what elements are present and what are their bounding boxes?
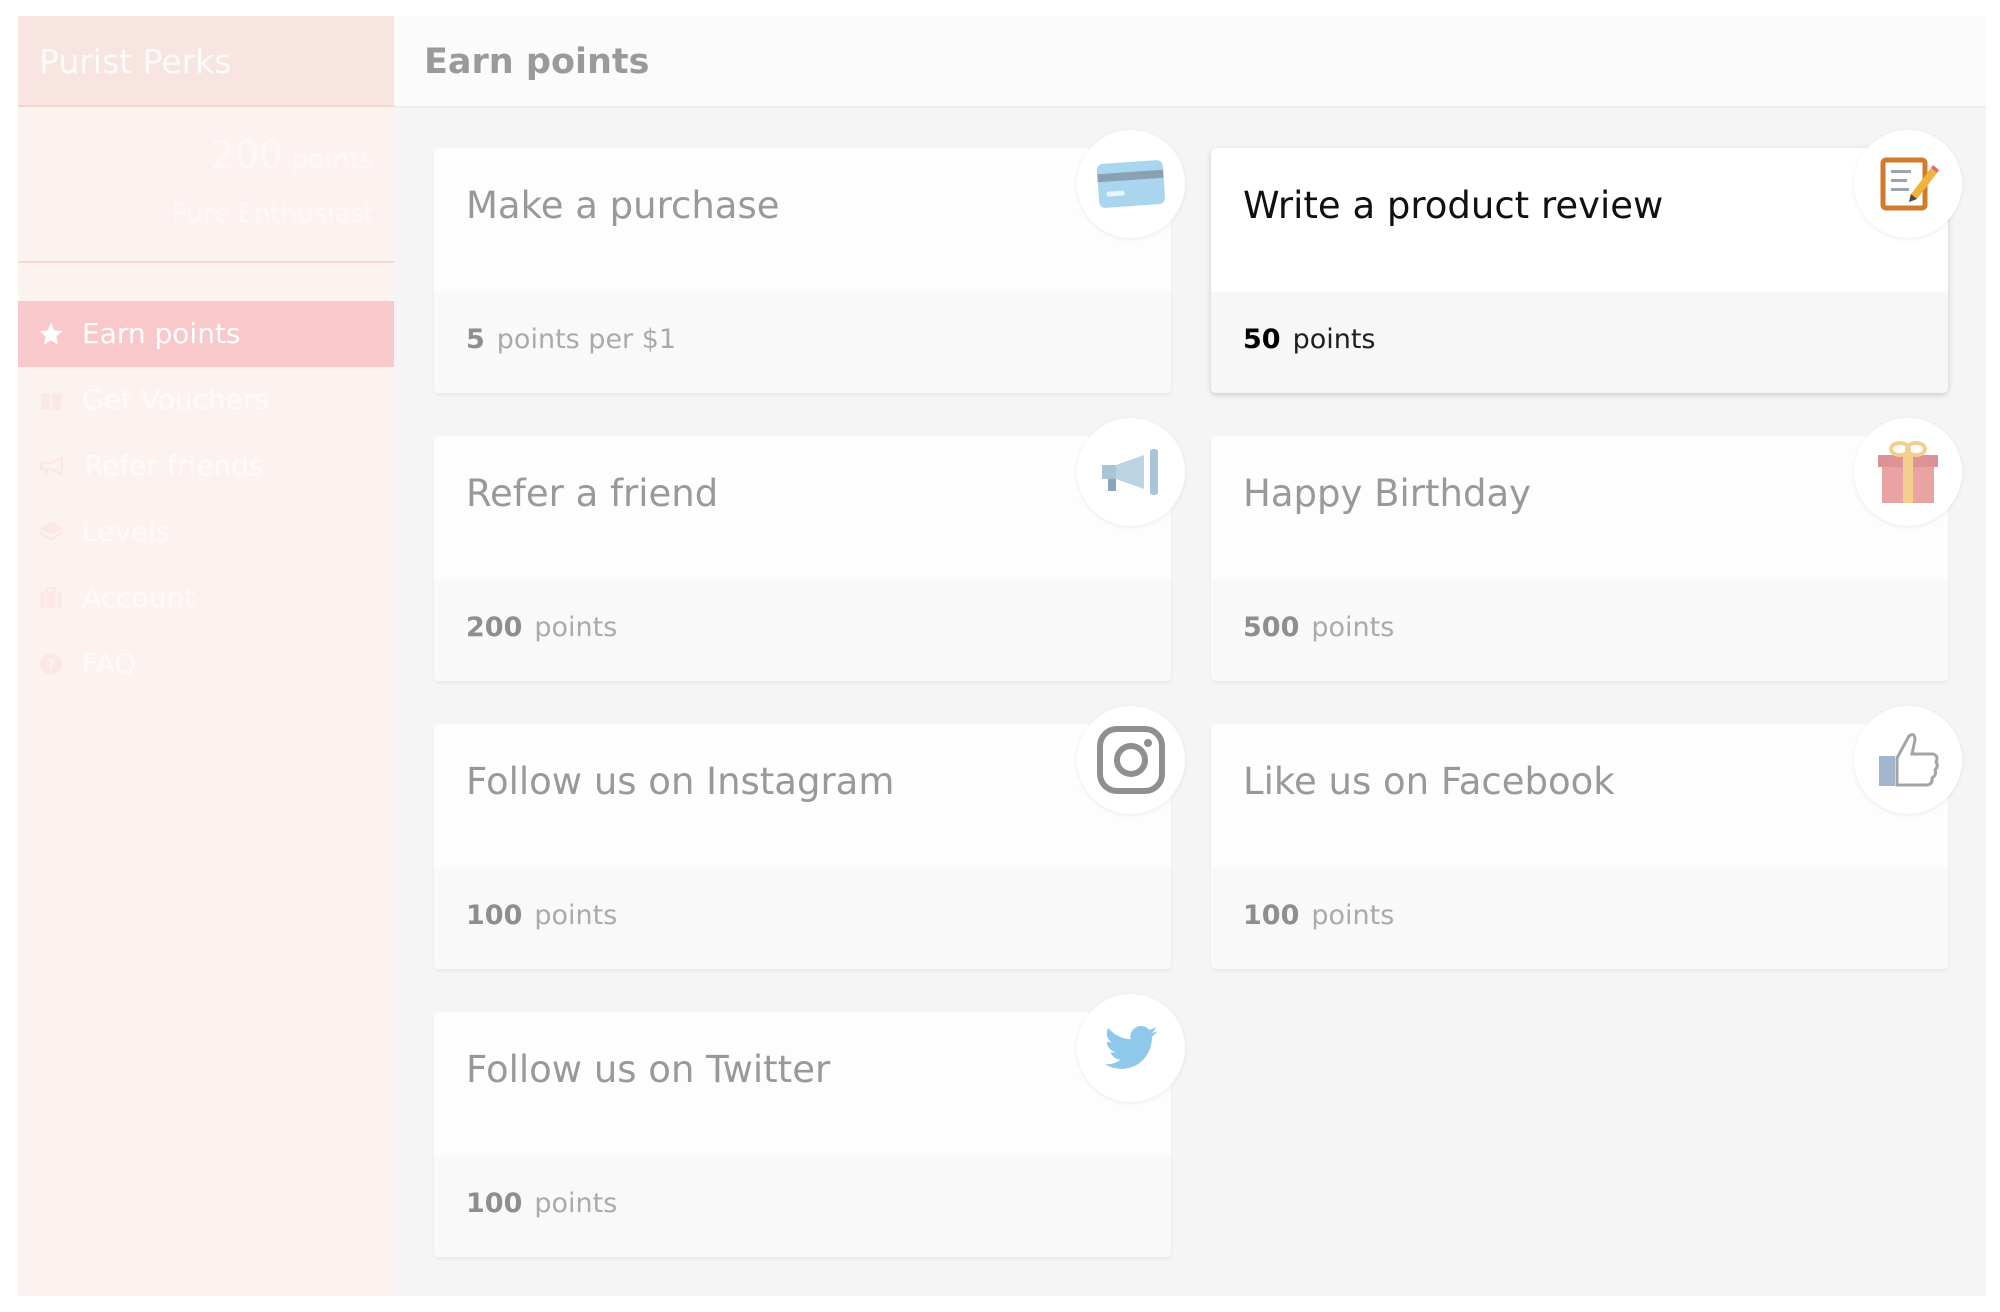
points-value: 200 [210, 133, 284, 177]
card-title: Follow us on Instagram [466, 760, 895, 803]
svg-text:?: ? [47, 655, 56, 673]
card-points: 50 points [1243, 324, 1376, 355]
earn-card-write-review[interactable]: Write a product review 50 points [1211, 130, 1962, 393]
card-points: 100 points [1243, 900, 1394, 931]
main-content: Earn points Make a purchase 5 points per … [394, 16, 1986, 1296]
card-footer: 500 points [1211, 580, 1948, 681]
instagram-icon [1097, 726, 1165, 794]
card-icon-badge [1854, 130, 1962, 238]
sidebar-nav: Earn points Get Vouchers Refer friends L… [18, 301, 394, 697]
earn-card-facebook[interactable]: Like us on Facebook 100 points [1211, 706, 1962, 969]
card-points: 100 points [466, 900, 617, 931]
sidebar: Purist Perks 200 points Pure Enthusiast E… [18, 16, 394, 1296]
layers-icon [144, 206, 163, 221]
megaphone-icon [40, 455, 63, 477]
card-footer: 200 points [434, 580, 1171, 681]
earn-card-make-purchase[interactable]: Make a purchase 5 points per $1 [434, 130, 1185, 393]
earn-card-refer-friend[interactable]: Refer a friend 200 points [434, 418, 1185, 681]
card-points-unit: points [534, 900, 618, 931]
twitter-bird-icon [1104, 1026, 1158, 1069]
card-title: Happy Birthday [1243, 472, 1532, 515]
sidebar-item-label: Account [82, 581, 196, 614]
member-level: Pure Enthusiast [18, 199, 374, 229]
card-points-unit: points [1311, 900, 1395, 931]
card-title: Make a purchase [466, 184, 780, 227]
card-footer: 100 points [1211, 868, 1948, 969]
page-title: Earn points [394, 16, 1986, 108]
card-points-unit: points per $1 [496, 324, 677, 355]
review-notepad-icon [1880, 157, 1939, 211]
card-points-unit: points [1311, 612, 1395, 643]
card-icon-badge [1077, 706, 1185, 814]
star-icon [39, 322, 63, 345]
sidebar-item-label: Refer friends [84, 449, 264, 482]
layers-icon [39, 521, 63, 541]
sidebar-item-get-vouchers[interactable]: Get Vouchers [18, 367, 394, 433]
megaphone-icon [1102, 449, 1158, 495]
points-balance: 200 points Pure Enthusiast [18, 107, 394, 263]
gift-icon [40, 393, 62, 410]
card-points-value: 500 [1243, 612, 1300, 643]
question-icon: ? [40, 653, 62, 675]
card-footer: 100 points [434, 868, 1171, 969]
sidebar-item-faq[interactable]: ? FAQ [18, 631, 394, 697]
card-points-value: 100 [466, 900, 523, 931]
brand-title: Purist Perks [18, 16, 394, 107]
card-points-unit: points [534, 612, 618, 643]
earn-card-instagram[interactable]: Follow us on Instagram 100 points [434, 706, 1185, 969]
card-icon-badge [1077, 994, 1185, 1102]
card-title: Refer a friend [466, 472, 719, 515]
sidebar-item-earn-points[interactable]: Earn points [18, 301, 394, 367]
level-name: Pure Enthusiast [171, 199, 374, 229]
card-points-value: 100 [466, 1188, 523, 1219]
card-points-value: 5 [466, 324, 485, 355]
points-unit: points [291, 144, 374, 175]
card-points-unit: points [1292, 324, 1376, 355]
sidebar-item-refer-friends[interactable]: Refer friends [18, 433, 394, 499]
sidebar-item-label: Get Vouchers [82, 383, 270, 416]
credit-card-icon [1096, 160, 1166, 208]
card-icon-badge [1854, 418, 1962, 526]
card-points-value: 50 [1243, 324, 1281, 355]
card-points-unit: points [534, 1188, 618, 1219]
card-icon-badge [1077, 130, 1185, 238]
earn-card-twitter[interactable]: Follow us on Twitter 100 points [434, 994, 1185, 1257]
sidebar-item-label: FAQ [82, 647, 137, 680]
card-points: 200 points [466, 612, 617, 643]
sidebar-item-levels[interactable]: Levels [18, 499, 394, 565]
earn-card-happy-birthday[interactable]: Happy Birthday 500 points [1211, 418, 1962, 681]
card-points: 500 points [1243, 612, 1394, 643]
card-points-value: 100 [1243, 900, 1300, 931]
suitcase-icon [40, 587, 62, 608]
gift-box-icon [1878, 441, 1938, 503]
card-points: 100 points [466, 1188, 617, 1219]
sidebar-item-account[interactable]: Account [18, 565, 394, 631]
sidebar-item-label: Earn points [82, 317, 241, 350]
card-points-value: 200 [466, 612, 523, 643]
card-title: Follow us on Twitter [466, 1048, 831, 1091]
card-icon-badge [1077, 418, 1185, 526]
card-icon-badge [1854, 706, 1962, 814]
card-footer: 5 points per $1 [434, 292, 1171, 393]
card-footer: 100 points [434, 1156, 1171, 1257]
points-summary: 200 points [18, 133, 374, 177]
card-title: Like us on Facebook [1243, 760, 1615, 803]
card-title: Write a product review [1243, 184, 1664, 227]
card-footer: 50 points [1211, 292, 1948, 393]
sidebar-item-label: Levels [82, 515, 171, 548]
app-frame: Purist Perks 200 points Pure Enthusiast E… [18, 16, 1986, 1296]
card-points: 5 points per $1 [466, 324, 676, 355]
thumbs-up-icon [1879, 733, 1939, 787]
